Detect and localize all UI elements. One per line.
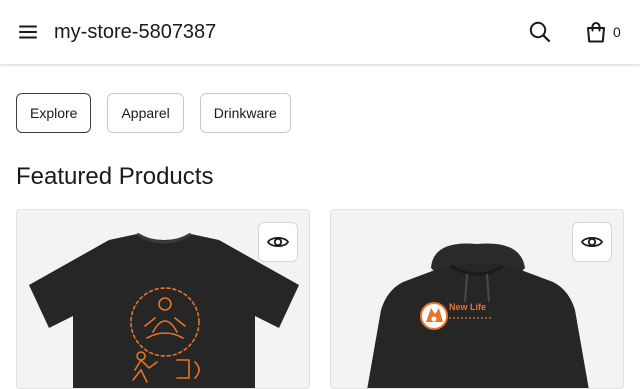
site-header: my-store-5807387 0 bbox=[0, 0, 640, 64]
category-chip-apparel[interactable]: Apparel bbox=[107, 93, 184, 133]
product-card[interactable] bbox=[16, 209, 310, 389]
store-title[interactable]: my-store-5807387 bbox=[54, 19, 216, 45]
menu-button[interactable] bbox=[14, 18, 42, 46]
quick-view-button[interactable] bbox=[258, 222, 298, 262]
category-chip-drinkware[interactable]: Drinkware bbox=[199, 93, 291, 133]
svg-text:New Life: New Life bbox=[449, 302, 486, 312]
shopping-bag-icon bbox=[587, 22, 605, 43]
cart-count: 0 bbox=[613, 24, 621, 40]
product-card[interactable]: New Life bbox=[330, 209, 624, 389]
menu-icon bbox=[19, 25, 37, 39]
category-nav: Explore Apparel Drinkware bbox=[16, 93, 291, 133]
search-icon bbox=[529, 21, 551, 43]
category-chip-explore[interactable]: Explore bbox=[16, 93, 92, 133]
eye-icon bbox=[266, 236, 290, 248]
section-title: Featured Products bbox=[16, 163, 214, 190]
eye-icon bbox=[580, 236, 604, 248]
quick-view-button[interactable] bbox=[572, 222, 612, 262]
search-button[interactable] bbox=[526, 18, 554, 46]
cart-button[interactable] bbox=[582, 18, 610, 46]
